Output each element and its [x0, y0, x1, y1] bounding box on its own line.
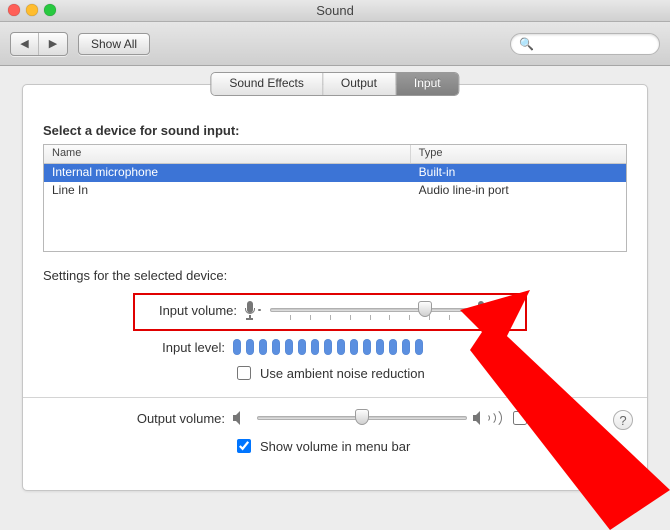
table-header: Name Type [44, 145, 626, 164]
help-button[interactable]: ? [613, 410, 633, 430]
col-name[interactable]: Name [44, 145, 411, 163]
ambient-noise-input[interactable] [237, 366, 251, 380]
slider-knob[interactable] [355, 409, 369, 425]
back-button[interactable]: ◀ [11, 33, 39, 55]
minimize-icon[interactable] [26, 4, 38, 16]
cell-type: Audio line-in port [411, 182, 626, 200]
speaker-high-icon [473, 411, 499, 425]
tab-sound-effects[interactable]: Sound Effects [211, 73, 323, 95]
ambient-noise-checkbox[interactable]: Use ambient noise reduction [233, 363, 425, 383]
ambient-noise-label: Use ambient noise reduction [260, 366, 425, 381]
microphone-high-icon [476, 301, 486, 319]
tab-input[interactable]: Input [396, 73, 459, 95]
zoom-icon[interactable] [44, 4, 56, 16]
show-all-button[interactable]: Show All [78, 33, 150, 55]
device-list-heading: Select a device for sound input: [43, 123, 627, 138]
tab-output[interactable]: Output [323, 73, 396, 95]
search-field[interactable]: 🔍 [510, 33, 660, 55]
device-table[interactable]: Name Type Internal microphone Built-in L… [43, 144, 627, 252]
mute-label: Mute [536, 411, 565, 426]
forward-button[interactable]: ▶ [39, 33, 67, 55]
annotation-highlight-box: Input volume: [133, 293, 527, 331]
show-volume-menubar-checkbox[interactable]: Show volume in menu bar [233, 436, 410, 456]
input-level-meter [233, 339, 423, 355]
output-volume-slider[interactable] [257, 416, 467, 420]
input-volume-slider[interactable] [270, 308, 470, 312]
close-icon[interactable] [8, 4, 20, 16]
col-type[interactable]: Type [411, 145, 626, 163]
output-volume-label: Output volume: [43, 411, 233, 426]
microphone-low-icon [245, 301, 255, 319]
nav-buttons: ◀ ▶ [10, 32, 68, 56]
search-input[interactable] [538, 36, 670, 52]
toolbar: ◀ ▶ Show All 🔍 [0, 22, 670, 66]
show-volume-menubar-input[interactable] [237, 439, 251, 453]
window-title: Sound [316, 3, 354, 18]
settings-heading: Settings for the selected device: [43, 268, 627, 283]
traffic-lights [8, 4, 56, 16]
mute-input[interactable] [513, 411, 527, 425]
title-bar: Sound [0, 0, 670, 22]
table-row[interactable]: Line In Audio line-in port [44, 182, 626, 200]
cell-type: Built-in [411, 164, 626, 182]
speaker-low-icon [233, 411, 251, 425]
slider-knob[interactable] [418, 301, 432, 317]
cell-name: Internal microphone [44, 164, 411, 182]
main-panel: Sound Effects Output Input Select a devi… [22, 84, 648, 491]
input-level-label: Input level: [43, 340, 233, 355]
mute-checkbox[interactable]: Mute [509, 408, 565, 428]
cell-name: Line In [44, 182, 411, 200]
input-volume-label: Input volume: [145, 303, 245, 318]
tab-bar: Sound Effects Output Input [210, 72, 459, 96]
search-icon: 🔍 [519, 37, 534, 51]
divider [23, 397, 647, 398]
table-row[interactable]: Internal microphone Built-in [44, 164, 626, 182]
show-volume-menubar-label: Show volume in menu bar [260, 439, 410, 454]
